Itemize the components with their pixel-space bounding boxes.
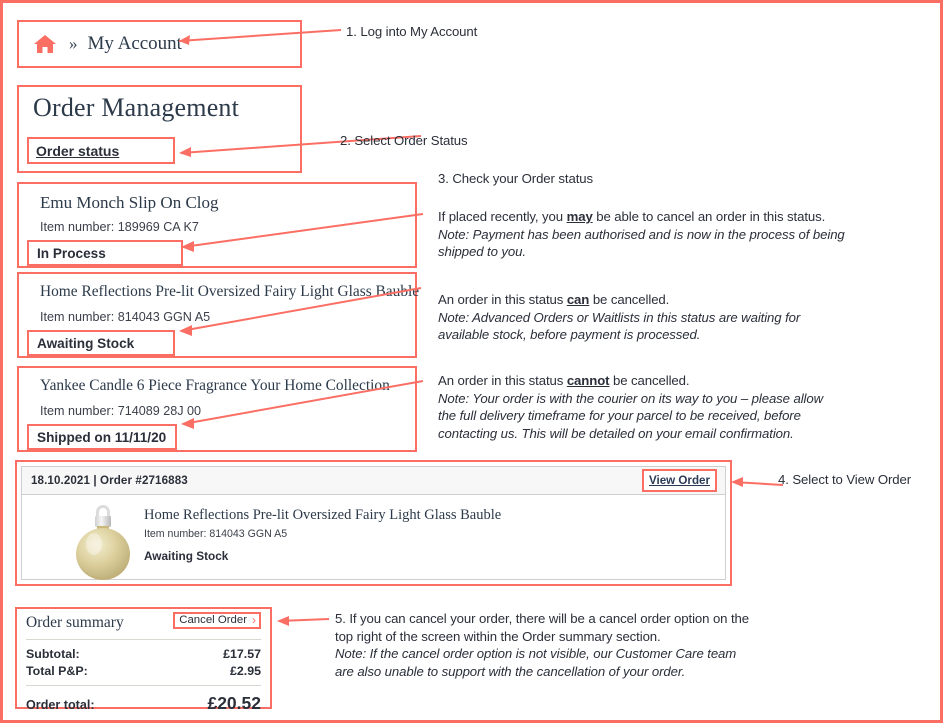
annotation-step-5-line1: 5. If you can cancel your order, there w…: [335, 611, 750, 644]
cancel-order-button[interactable]: Cancel Order ›: [173, 612, 261, 629]
order-item-number: Item number: 814043 GGN A5: [144, 528, 288, 540]
arrow-step-4: [731, 477, 784, 487]
page-title: Order Management: [33, 93, 240, 122]
product-title: Emu Monch Slip On Clog: [40, 193, 219, 212]
order-summary-panel: Order summary Cancel Order › Subtotal: £…: [15, 607, 272, 713]
order-summary-title: Order summary: [26, 614, 124, 631]
status-badge-label: Shipped on 11/11/20: [37, 429, 167, 445]
annotation-step-2: 2. Select Order Status: [340, 133, 468, 148]
order-card-header: 18.10.2021 | Order #2716883 View Order: [22, 467, 725, 495]
annotation-step-5: 5. If you can cancel your order, there w…: [335, 610, 755, 680]
annotation-in-process: If placed recently, you may be able to c…: [438, 208, 858, 261]
order-meta: 18.10.2021 | Order #2716883: [31, 474, 188, 487]
breadcrumb-separator: »: [69, 34, 78, 53]
order-card-body: Home Reflections Pre-lit Oversized Fairy…: [22, 495, 725, 580]
view-order-label: View Order: [648, 474, 710, 487]
summary-row-total: Order total: £20.52: [26, 693, 261, 714]
annotation-step-5-note: Note: If the cancel order option is not …: [335, 646, 737, 679]
annotation-step-1: 1. Log into My Account: [346, 24, 478, 39]
summary-row-value: £2.95: [229, 664, 261, 678]
arrow-step-5: [277, 616, 330, 626]
annotation-shipped-line1a: An order in this status: [438, 373, 567, 388]
annotation-step-3: 3. Check your Order status: [438, 171, 593, 186]
summary-row-label: Subtotal:: [26, 647, 80, 661]
product-item-number: Item number: 189969 CA K7: [40, 220, 199, 234]
summary-row-postage: Total P&P: £2.95: [26, 664, 261, 678]
order-management-panel: Order Management Order status: [17, 85, 302, 173]
breadcrumb: » My Account: [17, 20, 302, 68]
order-product-title: Home Reflections Pre-lit Oversized Fairy…: [144, 507, 502, 523]
status-card-awaiting-stock: Home Reflections Pre-lit Oversized Fairy…: [17, 272, 420, 358]
annotation-awaiting-stock-emphasis: can: [566, 292, 590, 307]
summary-divider: [26, 685, 261, 686]
annotation-shipped: An order in this status cannot be cancel…: [438, 372, 843, 442]
annotation-awaiting-stock: An order in this status can be cancelled…: [438, 291, 838, 344]
status-badge-shipped[interactable]: Shipped on 11/11/20: [27, 424, 177, 450]
order-card-outline: 18.10.2021 | Order #2716883 View Order H…: [15, 460, 732, 586]
annotation-in-process-line1b: be able to cancel an order in this statu…: [592, 209, 826, 224]
status-badge-label: In Process: [37, 245, 106, 261]
order-card: 18.10.2021 | Order #2716883 View Order H…: [21, 466, 726, 580]
breadcrumb-my-account[interactable]: My Account: [88, 33, 182, 55]
order-status-tab-label: Order status: [36, 142, 120, 159]
order-status-text: Awaiting Stock: [144, 549, 229, 563]
christmas-bauble-icon: [76, 505, 130, 580]
product-title: Yankee Candle 6 Piece Fragrance Your Hom…: [40, 377, 390, 394]
summary-row-subtotal: Subtotal: £17.57: [26, 647, 261, 661]
summary-row-value: £17.57: [223, 647, 261, 661]
summary-row-label: Total P&P:: [26, 664, 88, 678]
status-card-shipped: Yankee Candle 6 Piece Fragrance Your Hom…: [17, 366, 417, 452]
home-icon[interactable]: [33, 33, 57, 55]
status-badge-in-process[interactable]: In Process: [27, 240, 183, 266]
annotation-shipped-line1b: be cancelled.: [609, 373, 690, 388]
annotation-step-4: 4. Select to View Order: [778, 472, 912, 487]
status-card-in-process: Emu Monch Slip On Clog Item number: 1899…: [17, 182, 417, 268]
product-item-number: Item number: 814043 GGN A5: [40, 310, 211, 324]
annotation-awaiting-stock-line1b: be cancelled.: [589, 292, 670, 307]
annotation-in-process-emphasis: may: [566, 209, 593, 224]
order-status-tab[interactable]: Order status: [27, 137, 175, 164]
order-total-value: £20.52: [207, 693, 261, 713]
chevron-right-icon: ›: [252, 613, 256, 627]
order-summary-header: Order summary Cancel Order ›: [26, 612, 261, 640]
annotation-shipped-emphasis: cannot: [566, 373, 610, 388]
annotation-awaiting-stock-line1a: An order in this status: [438, 292, 567, 307]
annotation-shipped-note: Note: Your order is with the courier on …: [438, 390, 824, 441]
guide-page: » My Account 1. Log into My Account Orde…: [0, 0, 943, 723]
annotation-in-process-line1a: If placed recently, you: [438, 209, 567, 224]
status-badge-label: Awaiting Stock: [37, 335, 135, 351]
status-badge-awaiting-stock[interactable]: Awaiting Stock: [27, 330, 175, 356]
annotation-awaiting-stock-note: Note: Advanced Orders or Waitlists in th…: [438, 309, 801, 343]
annotation-in-process-note: Note: Payment has been authorised and is…: [438, 226, 845, 260]
product-title: Home Reflections Pre-lit Oversized Fairy…: [40, 283, 420, 300]
cancel-order-label: Cancel Order: [179, 614, 247, 626]
product-item-number: Item number: 714089 28J 00: [40, 404, 202, 418]
order-total-label: Order total:: [26, 698, 95, 712]
view-order-button[interactable]: View Order: [641, 469, 717, 492]
